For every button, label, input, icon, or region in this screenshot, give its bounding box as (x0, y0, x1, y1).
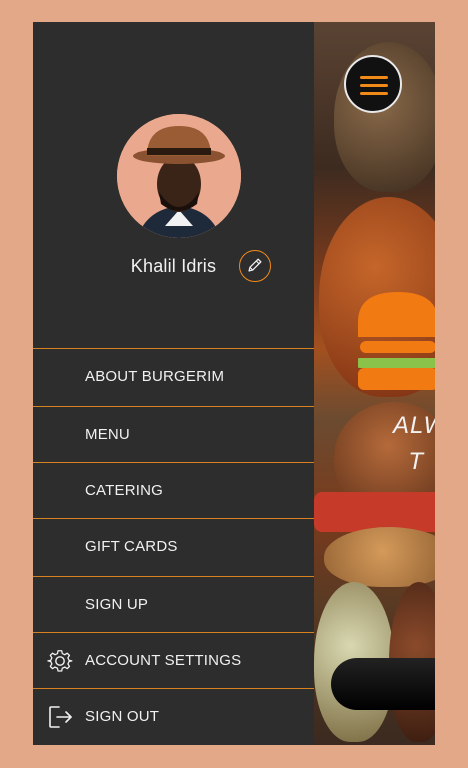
main-tagline: ALW T (393, 412, 435, 475)
menu-item-account-settings[interactable]: ACCOUNT SETTINGS (33, 632, 314, 688)
menu-item-sign-out[interactable]: SIGN OUT (33, 688, 314, 744)
menu-item-catering[interactable]: CATERING (33, 462, 314, 518)
main-action-button[interactable] (331, 658, 435, 710)
menu-item-label: GIFT CARDS (85, 538, 178, 555)
menu-item-about-burgerim[interactable]: ABOUT BURGERIM (33, 348, 314, 404)
menu-item-label: SIGN UP (85, 596, 149, 613)
gear-icon (47, 650, 73, 672)
pencil-icon (248, 258, 262, 272)
edit-profile-button[interactable] (239, 250, 271, 282)
menu-item-label: SIGN OUT (85, 708, 160, 725)
menu-item-gift-cards[interactable]: GIFT CARDS (33, 518, 314, 574)
profile-name: Khalil Idris (33, 256, 314, 277)
hamburger-menu-button[interactable] (344, 55, 402, 113)
phone-screen: ALW T Khalil Idris (33, 22, 435, 745)
sign-out-icon (49, 706, 72, 728)
menu-item-label: ACCOUNT SETTINGS (85, 652, 242, 669)
profile-name-label: Khalil Idris (130, 256, 217, 276)
avatar[interactable] (117, 114, 241, 238)
burgerim-logo-icon (358, 292, 435, 390)
menu-item-sign-up[interactable]: SIGN UP (33, 576, 314, 632)
menu-item-label: MENU (85, 426, 130, 443)
menu-item-menu[interactable]: MENU (33, 406, 314, 462)
menu-item-label: CATERING (85, 482, 163, 499)
navigation-drawer: Khalil Idris ABOUT BURGERIM MENU CATERIN… (33, 22, 314, 745)
menu-item-label: ABOUT BURGERIM (85, 368, 225, 385)
